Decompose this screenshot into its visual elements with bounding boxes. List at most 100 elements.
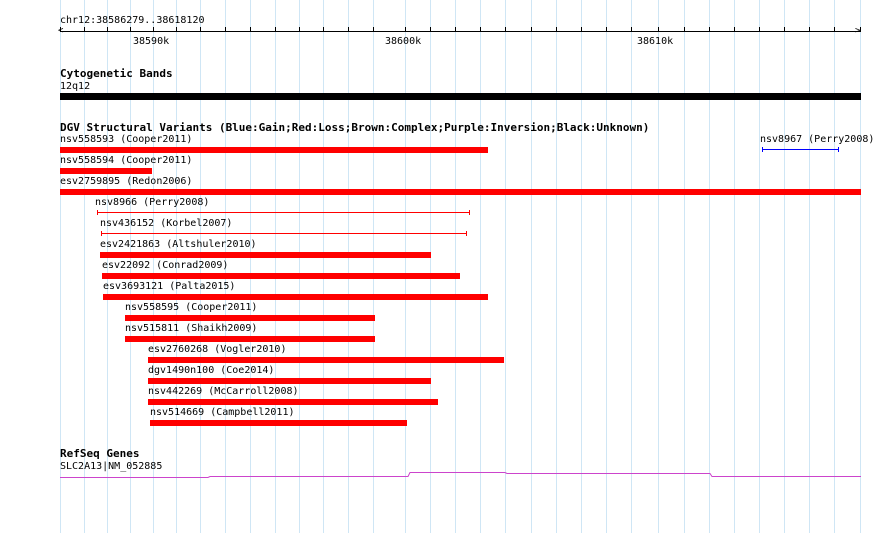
gene-line[interactable] <box>60 472 861 478</box>
variant-label: esv2760268 (Vogler2010) <box>148 344 287 355</box>
grid-line <box>505 0 506 533</box>
genome-browser: chr12:38586279..38618120 < > 38590k 3860… <box>0 0 890 533</box>
ruler-tick <box>405 27 406 32</box>
grid-line <box>373 0 374 533</box>
ruler-tick <box>531 27 532 32</box>
variant-line[interactable] <box>97 210 470 215</box>
ruler-tick <box>153 27 154 32</box>
ruler-tick <box>225 27 226 32</box>
variant-line-cap <box>466 231 467 236</box>
variant-label: esv3693121 (Palta2015) <box>103 281 236 292</box>
ruler-tick <box>784 27 785 32</box>
variant-line-cap <box>101 231 102 236</box>
grid-line <box>430 0 431 533</box>
ruler-tick-label: 38600k <box>385 36 422 47</box>
ruler-tick-label: 38590k <box>133 36 170 47</box>
variant-label: esv2421863 (Altshuler2010) <box>100 239 257 250</box>
ruler-tick <box>373 27 374 32</box>
ruler-tick <box>430 27 431 32</box>
variant-bar[interactable] <box>148 357 504 363</box>
variant-label: esv2759895 (Redon2006) <box>60 176 193 187</box>
ruler-tick <box>176 27 177 32</box>
grid-line <box>556 0 557 533</box>
variant-line-cap <box>762 147 763 152</box>
variant-line-cap <box>469 210 470 215</box>
variant-bar[interactable] <box>60 189 861 195</box>
ruler-tick <box>658 27 659 32</box>
variant-bar[interactable] <box>100 252 431 258</box>
cytoband-track-title: Cytogenetic Bands <box>60 67 173 80</box>
grid-line <box>323 0 324 533</box>
refseq-track-title: RefSeq Genes <box>60 447 140 460</box>
variant-label: nsv8967 (Perry2008) <box>760 134 875 145</box>
ruler-tick <box>323 27 324 32</box>
cytoband-label: 12q12 <box>60 81 91 92</box>
variant-label: esv22092 (Conrad2009) <box>102 260 229 271</box>
variant-bar[interactable] <box>125 336 375 342</box>
grid-line <box>860 0 861 533</box>
ruler-tick <box>250 27 251 32</box>
variant-bar[interactable] <box>148 378 431 384</box>
variant-line-cap <box>97 210 98 215</box>
grid-line <box>275 0 276 533</box>
grid-line <box>455 0 456 533</box>
ruler-tick <box>455 27 456 32</box>
variant-line[interactable] <box>762 147 839 152</box>
ruler-tick <box>759 27 760 32</box>
grid-line <box>250 0 251 533</box>
variant-label: nsv514669 (Campbell2011) <box>150 407 295 418</box>
ruler-tick <box>860 27 861 32</box>
variant-bar[interactable] <box>102 273 460 279</box>
variant-bar[interactable] <box>150 420 407 426</box>
variant-bar[interactable] <box>60 147 488 153</box>
dgv-track-title: DGV Structural Variants (Blue:Gain;Red:L… <box>60 121 650 134</box>
location-label: chr12:38586279..38618120 <box>60 15 205 26</box>
variant-bar[interactable] <box>103 294 488 300</box>
variant-bar[interactable] <box>125 315 375 321</box>
variant-label: nsv442269 (McCarroll2008) <box>148 386 299 397</box>
grid-line <box>531 0 532 533</box>
grid-line <box>631 0 632 533</box>
grid-line <box>709 0 710 533</box>
ruler-line <box>61 31 860 32</box>
grid-line <box>405 0 406 533</box>
ruler-tick <box>130 27 131 32</box>
grid-line <box>734 0 735 533</box>
grid-line <box>834 0 835 533</box>
variant-label: nsv558595 (Cooper2011) <box>125 302 258 313</box>
ruler-tick <box>505 27 506 32</box>
ruler-tick <box>275 27 276 32</box>
grid-line <box>299 0 300 533</box>
ruler-tick <box>107 27 108 32</box>
variant-label: nsv558594 (Cooper2011) <box>60 155 193 166</box>
grid-line <box>581 0 582 533</box>
cytoband-bar[interactable] <box>60 93 861 100</box>
variant-label: nsv436152 (Korbel2007) <box>100 218 233 229</box>
ruler-tick <box>809 27 810 32</box>
variant-line[interactable] <box>101 231 467 236</box>
ruler-tick <box>834 27 835 32</box>
ruler-tick <box>734 27 735 32</box>
ruler-tick-label: 38610k <box>637 36 674 47</box>
gene-model[interactable] <box>0 465 890 485</box>
grid-line <box>658 0 659 533</box>
ruler-tick <box>200 27 201 32</box>
variant-label: nsv515811 (Shaikh2009) <box>125 323 258 334</box>
ruler-tick <box>606 27 607 32</box>
ruler-tick <box>581 27 582 32</box>
grid-line <box>759 0 760 533</box>
grid-line <box>684 0 685 533</box>
grid-line <box>480 0 481 533</box>
variant-label: dgv1490n100 (Coe2014) <box>148 365 275 376</box>
ruler-tick <box>60 27 61 32</box>
variant-bar[interactable] <box>60 168 152 174</box>
variant-label: nsv8966 (Perry2008) <box>95 197 210 208</box>
ruler-tick <box>480 27 481 32</box>
variant-line-cap <box>838 147 839 152</box>
variant-bar[interactable] <box>148 399 438 405</box>
ruler-tick <box>556 27 557 32</box>
grid-line <box>784 0 785 533</box>
ruler-tick <box>709 27 710 32</box>
ruler-tick <box>299 27 300 32</box>
grid-line <box>606 0 607 533</box>
